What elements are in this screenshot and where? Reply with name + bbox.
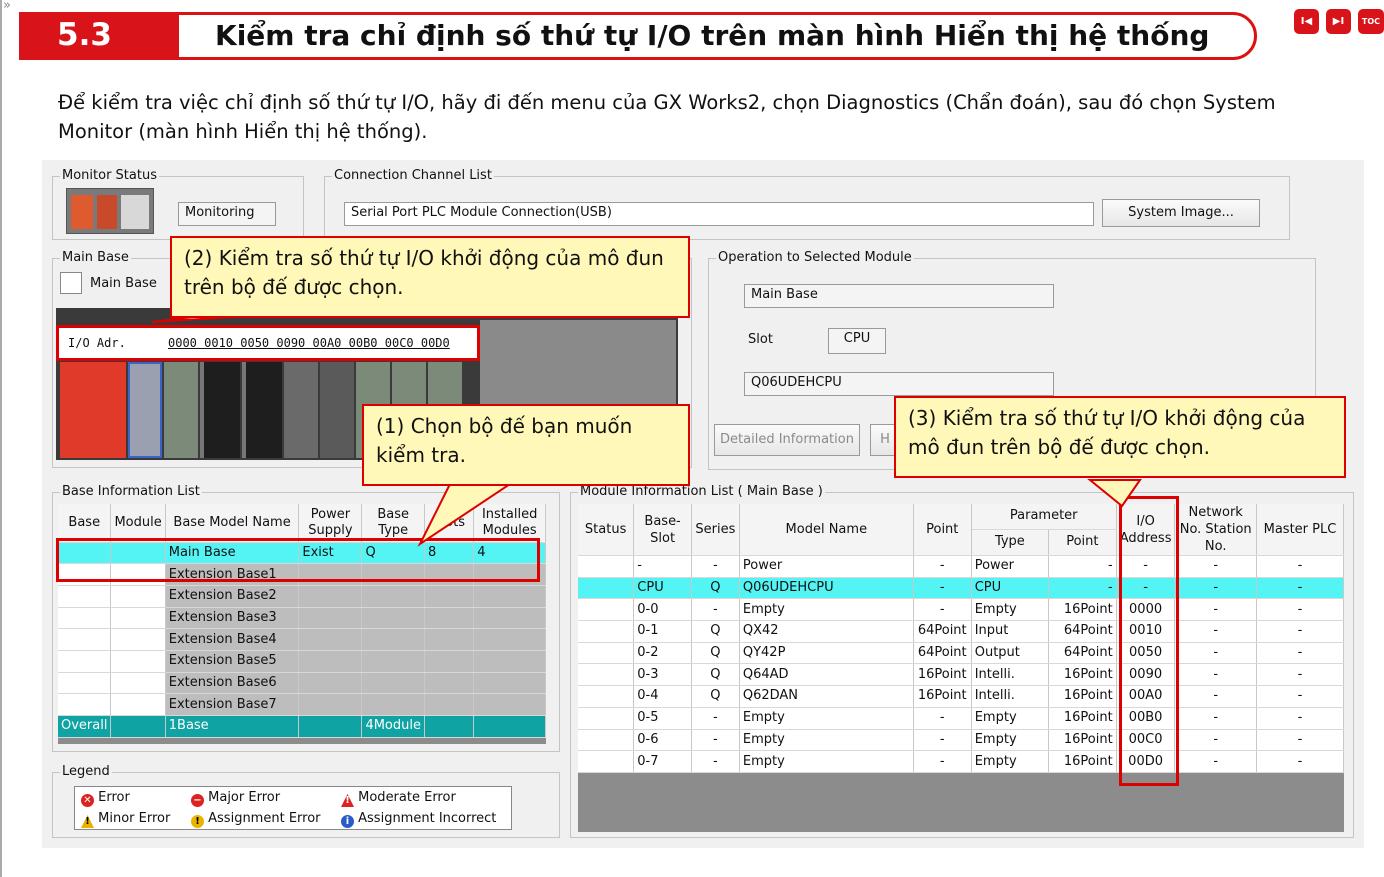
callout-1-pointer bbox=[417, 483, 514, 547]
callout-2: (2) Kiểm tra số thứ tự I/O khởi động của… bbox=[170, 236, 690, 318]
callout-1: (1) Chọn bộ đế bạn muốn kiểm tra. bbox=[362, 404, 690, 486]
callout-3: (3) Kiểm tra số thứ tự I/O khởi động của… bbox=[894, 396, 1346, 478]
callout-3-pointer bbox=[1087, 479, 1142, 508]
